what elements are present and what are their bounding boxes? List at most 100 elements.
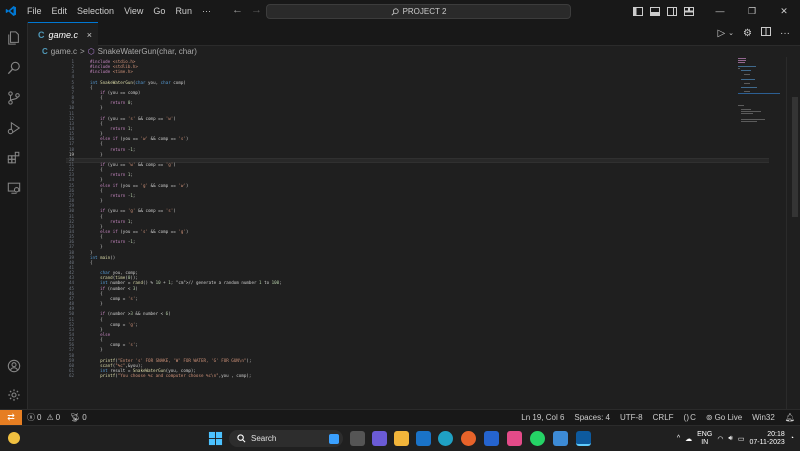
line-text: if (you == 'g' && comp == 's')	[100, 208, 176, 214]
go-live-label: Go Live	[714, 413, 743, 422]
line-text: }	[90, 301, 103, 307]
notification-center-icon[interactable]: ◔	[790, 435, 794, 442]
system-tray: ^ ☁ ENG IN ◠ 🔊︎ ▭ 20:18 07-11-2023 ◔	[677, 426, 794, 451]
problems-indicator[interactable]: ⓧ 0 ⚠ 0	[22, 412, 65, 423]
snipping-tool-icon[interactable]	[553, 431, 568, 446]
run-debug-icon[interactable]	[0, 114, 28, 142]
toggle-secondary-sidebar-icon[interactable]	[665, 0, 679, 22]
command-center-search[interactable]: PROJECT 2	[266, 4, 571, 19]
widgets-icon[interactable]	[372, 431, 387, 446]
explorer-icon[interactable]	[0, 24, 28, 52]
platform[interactable]: Win32	[747, 413, 780, 422]
title-right-controls: — ❐ ✕	[631, 0, 800, 22]
tab-game-c[interactable]: C game.c ×	[28, 22, 98, 46]
c-file-icon: C	[42, 46, 48, 56]
settings-gear-icon[interactable]: ⚙	[743, 28, 752, 39]
code-editor[interactable]: 1 #include <stdio.h> 2 #include <stdlib.h> 3…	[28, 57, 800, 409]
run-play-icon[interactable]: ▷	[717, 28, 725, 39]
start-button[interactable]	[208, 431, 223, 446]
onedrive-cloud-icon[interactable]: ☁	[685, 435, 692, 443]
cursor-position[interactable]: Ln 19, Col 6	[516, 413, 569, 422]
remote-indicator-icon[interactable]: ⇄	[0, 409, 22, 426]
menu-selection[interactable]: Selection	[72, 6, 119, 16]
ports-count: 0	[82, 413, 87, 422]
clock-time: 20:18	[767, 430, 785, 438]
edge-browser-icon[interactable]	[438, 431, 453, 446]
vertical-scrollbar[interactable]	[786, 57, 800, 409]
tab-label: game.c	[48, 29, 79, 40]
breadcrumb-symbol[interactable]: SnakeWaterGun(char, char)	[98, 47, 197, 56]
command-center-label: PROJECT 2	[402, 7, 447, 16]
language-line-2: IN	[701, 438, 709, 446]
broadcast-icon: ⊚	[705, 413, 713, 422]
ports-indicator[interactable]: 📡︎ 0	[65, 413, 92, 422]
go-live-button[interactable]: ⊚ Go Live	[701, 413, 747, 422]
remote-explorer-icon[interactable]	[0, 174, 28, 202]
line-ending[interactable]: CRLF	[648, 413, 679, 422]
tab-close-icon[interactable]: ×	[87, 30, 92, 40]
menu-more[interactable]: ···	[197, 6, 216, 16]
search-icon	[391, 7, 399, 15]
language-label: C	[690, 413, 696, 422]
minimap[interactable]	[738, 57, 780, 127]
status-bar: ⇄ ⓧ 0 ⚠ 0 📡︎ 0 Ln 19, Col 6 Spaces: 4 UT…	[0, 409, 800, 426]
code-area[interactable]: 1 #include <stdio.h> 2 #include <stdlib.h> 3…	[60, 57, 760, 409]
breadcrumb-file[interactable]: game.c	[51, 47, 77, 56]
indentation[interactable]: Spaces: 4	[569, 413, 615, 422]
clock-date: 07-11-2023	[749, 438, 785, 446]
battery-icon[interactable]: ▭	[738, 435, 745, 443]
line-text: }	[90, 151, 103, 157]
scrollbar-thumb[interactable]	[792, 97, 798, 217]
run-dropdown-chevron-icon[interactable]: ⌄	[728, 29, 734, 37]
split-editor-icon[interactable]	[761, 27, 771, 39]
maximize-button[interactable]: ❐	[736, 0, 768, 22]
search-highlight-icon	[329, 433, 339, 444]
brave-browser-icon[interactable]	[507, 431, 522, 446]
task-view-icon[interactable]	[350, 431, 365, 446]
line-text: else if (you == 'w' && comp == 's')	[100, 136, 189, 142]
forward-arrow-icon[interactable]: →	[251, 4, 262, 16]
line-text: int main()	[90, 254, 116, 260]
whatsapp-icon[interactable]	[530, 431, 545, 446]
c-file-icon: C	[38, 29, 45, 40]
close-window-button[interactable]: ✕	[768, 0, 800, 22]
taskbar-search[interactable]: Search	[229, 430, 343, 447]
vscode-taskbar-icon[interactable]	[576, 431, 591, 446]
menu-view[interactable]: View	[119, 6, 148, 16]
customize-layout-icon[interactable]	[682, 0, 696, 22]
line-text: int SnakeWaterGun(char you, char comp)	[90, 79, 186, 85]
accounts-icon[interactable]	[0, 352, 28, 380]
more-actions-icon[interactable]: ···	[780, 28, 790, 39]
firefox-icon[interactable]	[461, 431, 476, 446]
volume-icon[interactable]: 🔊︎	[728, 435, 732, 443]
language-mode[interactable]: ( ) C	[679, 413, 701, 422]
wifi-icon[interactable]: ◠	[717, 435, 723, 443]
notifications-bell-icon[interactable]: 🔔︎	[780, 413, 800, 422]
search-icon	[237, 434, 246, 443]
store-icon[interactable]	[416, 431, 431, 446]
weather-widget-icon[interactable]	[8, 432, 20, 444]
back-arrow-icon[interactable]: ←	[232, 4, 243, 16]
tray-overflow-chevron-icon[interactable]: ^	[677, 435, 680, 442]
todo-icon[interactable]	[484, 431, 499, 446]
error-count: 0	[37, 413, 42, 422]
language-indicator[interactable]: ENG IN	[697, 431, 712, 447]
warning-count: 0	[55, 413, 61, 422]
toggle-panel-icon[interactable]	[648, 0, 662, 22]
menu-run[interactable]: Run	[170, 6, 197, 16]
extensions-icon[interactable]	[0, 144, 28, 172]
clock[interactable]: 20:18 07-11-2023	[749, 431, 784, 447]
menu-edit[interactable]: Edit	[47, 6, 73, 16]
source-control-icon[interactable]	[0, 84, 28, 112]
manage-gear-icon[interactable]	[0, 381, 28, 409]
line-text: }	[90, 198, 103, 204]
taskbar-search-label: Search	[251, 434, 277, 443]
line-text: printf("You choose %c and computer choos…	[100, 373, 252, 379]
file-explorer-icon[interactable]	[394, 431, 409, 446]
menu-file[interactable]: File	[22, 6, 47, 16]
search-icon[interactable]	[0, 54, 28, 82]
menu-go[interactable]: Go	[148, 6, 170, 16]
encoding[interactable]: UTF-8	[615, 413, 648, 422]
toggle-sidebar-icon[interactable]	[631, 0, 645, 22]
minimize-button[interactable]: —	[704, 0, 736, 22]
